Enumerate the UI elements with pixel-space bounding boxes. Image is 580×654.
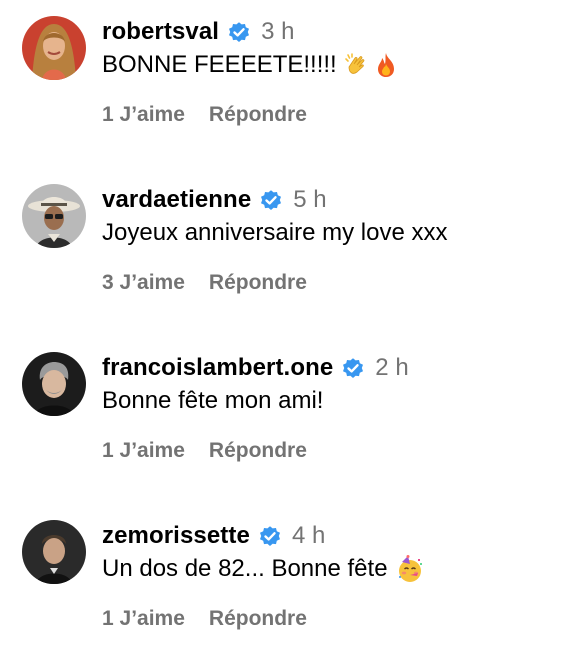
avatar[interactable] xyxy=(22,184,86,248)
comment-text: Joyeux anniversaire my love xxx xyxy=(102,219,448,246)
verified-badge-icon xyxy=(258,524,282,548)
timestamp: 3 h xyxy=(261,18,295,45)
timestamp: 5 h xyxy=(293,186,327,213)
fire-icon xyxy=(373,51,399,79)
timestamp: 4 h xyxy=(291,522,326,549)
username[interactable]: vardaetienne xyxy=(102,186,251,214)
partying-face-icon xyxy=(396,555,424,583)
comment-text: Bonne fête mon ami! xyxy=(102,387,324,414)
username[interactable]: robertsval xyxy=(102,18,219,46)
username[interactable]: zemorissette xyxy=(102,522,250,550)
reply-button[interactable]: Répondre xyxy=(209,271,307,295)
like-count-button[interactable]: 3 J’aime xyxy=(102,271,185,295)
comments-list: robertsval 3 h BONNE FEEEETE!!!!! 1 J’ai… xyxy=(0,0,580,654)
avatar[interactable] xyxy=(22,520,86,584)
username[interactable]: francoislambert.one xyxy=(102,354,333,382)
like-count-button[interactable]: 1 J’aime xyxy=(102,439,185,463)
verified-badge-icon xyxy=(227,20,251,44)
clapping-hands-icon xyxy=(343,51,371,79)
verified-badge-icon xyxy=(259,188,283,212)
reply-button[interactable]: Répondre xyxy=(209,439,307,463)
reply-button[interactable]: Répondre xyxy=(209,103,307,127)
comment-text: Un dos de 82... Bonne fête xyxy=(102,555,388,582)
avatar[interactable] xyxy=(22,16,86,80)
like-count-button[interactable]: 1 J’aime xyxy=(102,607,185,631)
avatar[interactable] xyxy=(22,352,86,416)
verified-badge-icon xyxy=(341,356,365,380)
timestamp: 2 h xyxy=(375,354,409,381)
like-count-button[interactable]: 1 J’aime xyxy=(102,103,185,127)
reply-button[interactable]: Répondre xyxy=(209,607,307,631)
comment-text: BONNE FEEEETE!!!!! xyxy=(102,51,337,78)
